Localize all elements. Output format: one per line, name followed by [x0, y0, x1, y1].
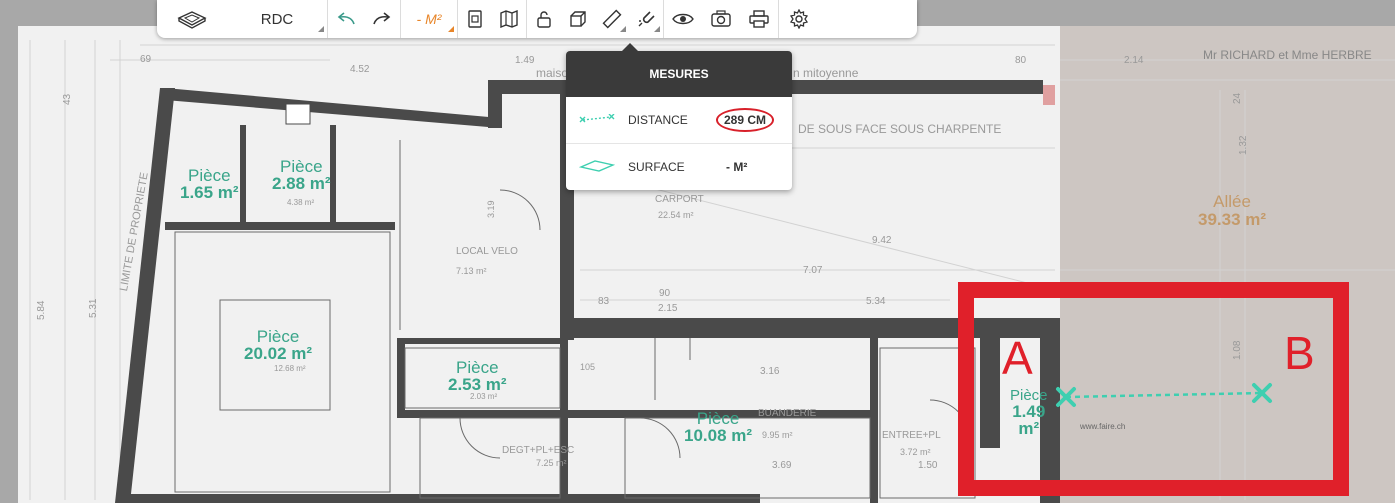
panel-pointer	[622, 43, 638, 51]
dimension: 5.34	[866, 296, 886, 307]
dimension: 12.68 m²	[274, 364, 306, 373]
point-b-label: B	[1284, 327, 1315, 379]
measures-title: MESURES	[566, 51, 792, 97]
surface-option[interactable]: SURFACE - M²	[566, 143, 792, 190]
dimension: 4.38 m²	[287, 198, 315, 207]
owner-text: Mr RICHARD et Mme HERBRE	[1203, 48, 1372, 62]
dimension: 1.49	[515, 55, 535, 66]
dimension: 5.84	[36, 300, 47, 320]
gear-icon	[789, 9, 809, 29]
dimension: 3.19	[486, 200, 496, 218]
plan-text: 3.72 m²	[900, 447, 931, 457]
dimension: 2.14	[1124, 55, 1144, 66]
redo-icon	[372, 11, 392, 27]
plan-text: CARPORT	[655, 194, 704, 205]
dimension: 3.69	[772, 460, 792, 471]
dropdown-corner-icon	[620, 26, 626, 32]
dimension: 1.08	[1232, 340, 1243, 360]
area-button[interactable]: - M²	[401, 0, 457, 38]
room-label: Pièce 1.49 m²	[1010, 387, 1048, 438]
plan-text: 9.95 m²	[762, 430, 793, 440]
dimension: 24	[1232, 92, 1243, 104]
dimension: 69	[140, 54, 152, 65]
map-icon	[499, 10, 519, 28]
site-text: www.faire.ch	[1080, 422, 1126, 431]
distance-label: DISTANCE	[628, 113, 688, 127]
room-label: Pièce 20.02 m²	[244, 327, 313, 363]
room-label: Pièce 2.53 m²	[448, 358, 507, 394]
dimension: 83	[598, 296, 610, 307]
dimension: 1.50	[918, 460, 938, 471]
dimension: 43	[62, 93, 73, 105]
undo-icon	[336, 11, 356, 27]
dropdown-corner-icon	[318, 26, 324, 32]
surface-label: SURFACE	[628, 160, 685, 174]
plan-text: maiso	[536, 66, 569, 80]
plan-text: LOCAL VELO	[456, 246, 518, 257]
dimension: 3.16	[760, 366, 780, 377]
surface-value: - M²	[726, 160, 748, 174]
ruler-icon	[602, 9, 622, 29]
dimension: 4.52	[350, 64, 370, 75]
dimension: 9.42	[872, 235, 892, 246]
distance-option[interactable]: DISTANCE 289 CM	[566, 97, 792, 143]
room-label: Pièce 10.08 m²	[684, 409, 753, 445]
plan-text: 7.25 m²	[536, 458, 567, 468]
area-label: - M²	[416, 11, 442, 27]
camera-icon	[711, 10, 731, 28]
measures-panel: MESURES DISTANCE 289 CM SURFACE - M²	[566, 43, 792, 190]
cube-icon	[568, 9, 588, 29]
distance-icon	[579, 113, 615, 127]
3d-view-button[interactable]	[157, 0, 227, 38]
dropdown-corner-icon	[448, 26, 454, 32]
map-button[interactable]	[492, 0, 526, 38]
surface-icon	[578, 159, 616, 176]
dimension: 2.03 m²	[470, 392, 498, 401]
print-button[interactable]	[740, 0, 778, 38]
dimension: 80	[1015, 55, 1027, 66]
dimension: 105	[580, 362, 596, 372]
dimension: 1.32	[1238, 135, 1249, 155]
plan-document-button[interactable]	[458, 0, 492, 38]
dropdown-corner-icon	[654, 26, 660, 32]
eye-icon	[672, 12, 694, 26]
room-label: Pièce 2.88 m²	[272, 157, 331, 193]
settings-button[interactable]	[779, 0, 819, 38]
magnet-icon	[636, 9, 656, 29]
3d-cube-button[interactable]	[561, 0, 595, 38]
3d-box-icon	[177, 9, 207, 29]
redo-button[interactable]	[364, 0, 400, 38]
room-label-allee: Allée 39.33 m²	[1198, 192, 1267, 229]
dimension: 2.15	[658, 303, 678, 314]
dimension: 7.07	[803, 265, 823, 276]
document-icon	[467, 10, 483, 28]
top-toolbar: RDC - M²	[157, 0, 917, 38]
distance-value: 289 CM	[716, 108, 775, 132]
magnet-button[interactable]	[629, 0, 663, 38]
plan-text: 22.54 m²	[658, 210, 694, 220]
view-button[interactable]	[664, 0, 702, 38]
dimension: 5.31	[88, 298, 99, 318]
point-a-label: A	[1002, 332, 1033, 384]
plan-text: BUANDERIE	[758, 408, 817, 419]
printer-icon	[749, 10, 769, 28]
unlock-icon	[536, 10, 552, 28]
measure-button[interactable]	[595, 0, 629, 38]
lock-button[interactable]	[527, 0, 561, 38]
dimension: 90	[659, 288, 671, 299]
level-label: RDC	[260, 10, 294, 28]
plan-text: 7.13 m²	[456, 266, 487, 276]
undo-button[interactable]	[328, 0, 364, 38]
plan-text: DE SOUS FACE SOUS CHARPENTE	[798, 122, 1002, 136]
level-select[interactable]: RDC	[227, 0, 327, 38]
screenshot-button[interactable]	[702, 0, 740, 38]
plan-text: n mitoyenne	[793, 66, 859, 80]
plan-text: DEGT+PL+ESC	[502, 445, 575, 456]
room-label: Pièce 1.65 m²	[180, 166, 239, 202]
plan-text: ENTREE+PL	[882, 430, 941, 441]
